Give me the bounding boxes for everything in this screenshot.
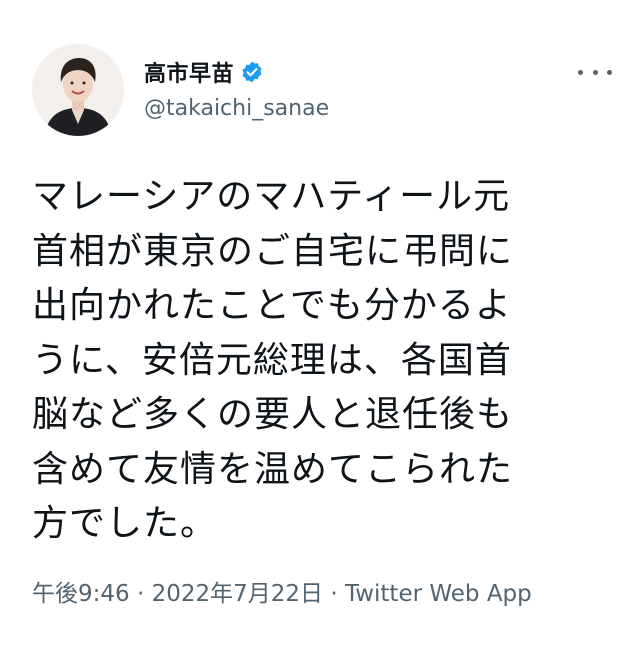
more-dot	[607, 69, 612, 75]
tweet-header: 高市早苗 @takaichi_sanae	[32, 40, 612, 140]
avatar-image	[32, 44, 124, 136]
tweet-metadata: 午後9:46 · 2022年7月22日 · Twitter Web App	[32, 576, 592, 613]
verified-badge-icon	[242, 61, 262, 83]
top-button-row	[0, 0, 640, 2]
more-dot	[578, 69, 583, 75]
meta-separator: ·	[323, 581, 345, 607]
more-horizontal-icon[interactable]	[578, 62, 612, 82]
name-row: 高市早苗	[144, 56, 264, 88]
tweet-date[interactable]: 2022年7月22日	[152, 581, 323, 607]
more-dot	[592, 69, 598, 75]
tweet-time[interactable]: 午後9:46	[32, 581, 130, 607]
meta-separator: ·	[129, 581, 152, 607]
tweet-source[interactable]: Twitter Web App	[345, 581, 532, 607]
tweet-text: マレーシアのマハティール元 首相が東京のご自宅に弔問に 出向かれたことでも分かる…	[32, 176, 514, 544]
display-name[interactable]: 高市早苗	[144, 56, 234, 88]
avatar[interactable]	[32, 44, 124, 136]
user-handle[interactable]: @takaichi_sanae	[144, 96, 329, 121]
